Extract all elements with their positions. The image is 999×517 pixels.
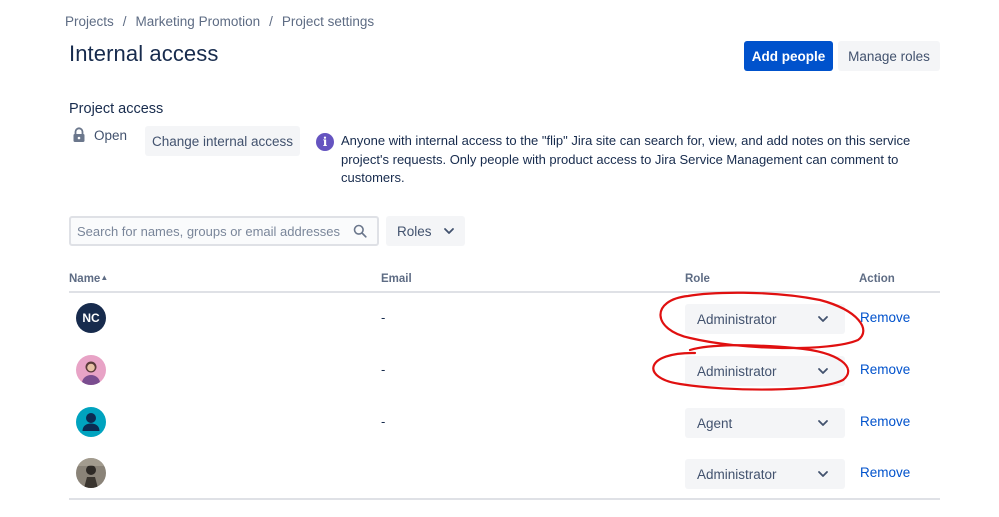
breadcrumb-marketing-promotion[interactable]: Marketing Promotion [136,14,261,29]
breadcrumb-separator: / [122,14,127,29]
table-row: Administrator Remove [69,447,940,499]
column-header-name[interactable]: Name▲ [69,273,108,285]
access-status-label: Open [94,127,128,143]
chevron-down-icon [818,471,828,477]
role-select[interactable]: Administrator [685,304,845,334]
change-internal-access-button[interactable]: Change internal access [145,126,300,156]
page-title: Internal access [69,41,219,66]
search-input[interactable] [71,223,341,239]
role-select[interactable]: Administrator [685,356,845,386]
sort-ascending-icon: ▲ [100,273,109,282]
roles-filter-label: Roles [397,223,432,239]
lock-icon [73,127,85,142]
user-photo-icon [76,355,106,385]
role-select-value: Administrator [697,311,777,327]
chevron-down-icon [818,420,828,426]
chevron-down-icon [818,368,828,374]
manage-roles-button[interactable]: Manage roles [838,41,940,71]
role-select-value: Agent [697,415,733,431]
access-info-text: Anyone with internal access to the "flip… [341,133,911,185]
breadcrumb-project-settings[interactable]: Project settings [282,14,374,29]
role-select[interactable]: Administrator [685,459,845,489]
avatar [76,458,106,488]
table-row: - Agent Remove [69,396,940,448]
breadcrumb-projects[interactable]: Projects [65,14,114,29]
column-header-role: Role [685,273,710,285]
chevron-down-icon [818,316,828,322]
breadcrumb: Projects / Marketing Promotion / Project… [65,14,374,29]
avatar: NC [76,303,106,333]
email-cell: - [381,362,386,377]
remove-button[interactable]: Remove [860,362,910,377]
user-photo-icon [76,458,106,488]
remove-button[interactable]: Remove [860,310,910,325]
project-access-heading: Project access [69,101,164,117]
role-select[interactable]: Agent [685,408,845,438]
column-header-name-label: Name [69,273,101,285]
remove-button[interactable]: Remove [860,414,910,429]
email-cell: - [381,414,386,429]
column-header-email: Email [381,273,412,285]
info-icon: i [316,133,334,151]
email-cell: - [381,310,386,325]
default-user-icon [82,413,100,431]
search-icon [353,224,367,238]
add-people-button[interactable]: Add people [744,41,833,71]
access-status: Open [72,127,146,143]
table-row: - Administrator Remove [69,344,940,396]
table-row: NC - Administrator Remove [69,292,940,344]
chevron-down-icon [443,228,454,234]
remove-button[interactable]: Remove [860,465,910,480]
avatar [76,355,106,385]
column-header-action: Action [859,273,895,285]
breadcrumb-separator: / [269,14,273,29]
search-field[interactable] [69,216,379,246]
role-select-value: Administrator [697,363,777,379]
table-bottom-divider [69,498,940,500]
roles-filter-dropdown[interactable]: Roles [386,216,465,246]
role-select-value: Administrator [697,466,777,482]
avatar [76,407,106,437]
